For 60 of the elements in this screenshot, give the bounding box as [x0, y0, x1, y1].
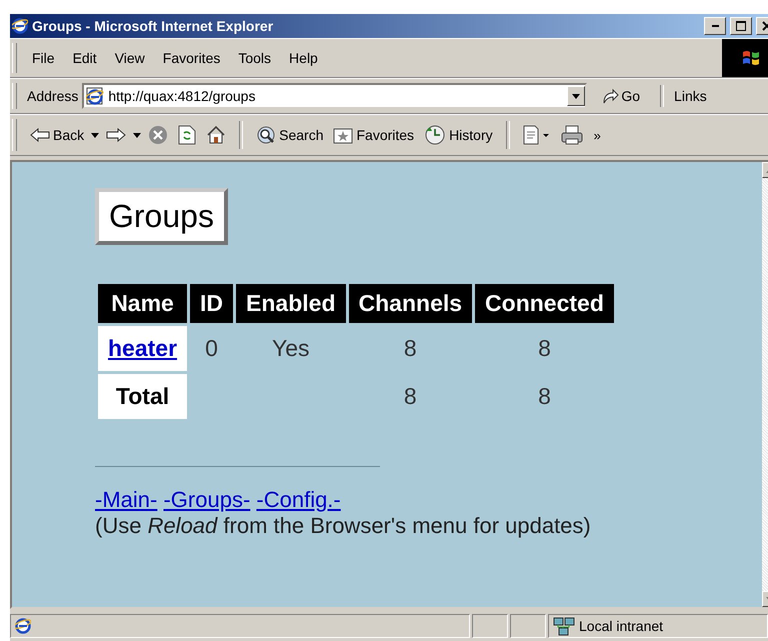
page-icon [86, 87, 104, 105]
clock-icon [424, 125, 446, 145]
dropdown-button[interactable] [567, 86, 586, 106]
nav-link[interactable]: -Config.- [256, 487, 341, 512]
go-arrow-icon [601, 87, 620, 105]
status-panel [510, 614, 546, 638]
menu-item[interactable]: Favorites [154, 48, 230, 68]
minimize-icon [712, 25, 718, 27]
caret-icon[interactable] [91, 132, 100, 138]
menu-item[interactable]: Help [280, 48, 327, 68]
maximize-icon [736, 21, 746, 31]
address-label: Address [27, 88, 78, 104]
printer-icon [560, 125, 583, 145]
nav-link[interactable]: -Groups- [163, 487, 250, 512]
page-icon [15, 618, 31, 634]
table-cell-text: 8 [402, 382, 418, 411]
column-header: Enabled [236, 284, 346, 323]
menu-item[interactable]: View [106, 48, 154, 68]
menu-item[interactable]: Edit [64, 48, 106, 68]
zone-label: Local intranet [579, 618, 664, 634]
status-panel [472, 614, 508, 638]
column-header: Channels [348, 284, 472, 323]
window-title: Groups - Microsoft Internet Explorer [32, 18, 274, 34]
nav-link[interactable]: -Main- [95, 487, 158, 512]
column-header: ID [190, 284, 234, 323]
column-header: Name [98, 284, 188, 323]
back-button[interactable]: Back [27, 125, 88, 145]
favorites-button[interactable]: Favorites [330, 124, 418, 146]
maximize-button[interactable] [730, 17, 752, 35]
table-cell-text: 8 [402, 334, 418, 363]
forward-arrow-icon [106, 128, 126, 142]
home-icon [206, 125, 226, 145]
table-cell-text: 8 [537, 334, 552, 363]
reload-note: (Use Reload from the Browser's menu for updates) [95, 513, 592, 539]
stop-icon [148, 125, 168, 145]
page-heading: Groups [95, 188, 228, 245]
menu-item[interactable]: File [23, 48, 64, 68]
back-arrow-icon [30, 128, 50, 142]
address-field[interactable]: http://quax:4812/groups [82, 83, 588, 109]
search-icon [256, 125, 276, 145]
menu-item[interactable]: Tools [229, 48, 280, 68]
caret-icon[interactable] [133, 132, 142, 138]
refresh-icon [178, 125, 196, 145]
links-label[interactable]: Links [674, 88, 707, 104]
go-button[interactable]: Go [591, 87, 650, 105]
network-icon [553, 616, 575, 636]
search-button[interactable]: Search [253, 123, 326, 147]
flag-icon [741, 48, 761, 68]
document-edit-icon [522, 125, 551, 145]
star-folder-icon [333, 126, 354, 144]
caret-icon [572, 94, 580, 98]
total-cell: Total [98, 374, 188, 419]
column-header: Connected [475, 284, 614, 323]
table-cell-text: 8 [537, 382, 552, 411]
table-cell-text: 0 [204, 334, 219, 363]
minimize-button[interactable] [704, 17, 726, 35]
more-button[interactable]: » [594, 128, 601, 142]
history-button[interactable]: History [421, 123, 496, 147]
table-cell-text: Yes [271, 334, 311, 363]
globe-icon [12, 18, 28, 34]
